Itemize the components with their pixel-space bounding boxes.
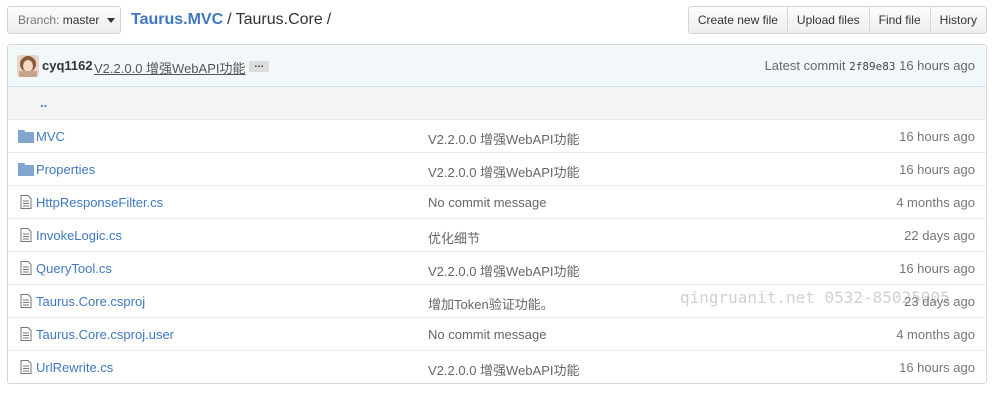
file-commit-message-link[interactable]: V2.2.0.0 增强WebAPI功能 (428, 360, 580, 379)
file-age: 4 months ago (896, 327, 975, 342)
file-icon (18, 228, 34, 242)
file-commit-message-link[interactable]: No commit message (428, 327, 546, 342)
file-navigation: Branch: master Taurus.MVC / Taurus.Core / C… (7, 6, 987, 34)
file-commit-message-link[interactable]: V2.2.0.0 增强WebAPI功能 (428, 162, 580, 181)
file-commit-message-link[interactable]: 优化细节 (428, 228, 480, 247)
file-age: 16 hours ago (899, 360, 975, 375)
file-name-link[interactable]: QueryTool.cs (36, 261, 112, 276)
file-icon (18, 360, 34, 374)
parent-directory-link[interactable]: .. (40, 95, 47, 110)
avatar[interactable] (17, 55, 39, 77)
file-name-link[interactable]: Taurus.Core.csproj (36, 294, 145, 309)
commit-sha-link[interactable]: 2f89e83 (849, 60, 895, 73)
commit-age: 16 hours ago (899, 58, 975, 73)
breadcrumb: Taurus.MVC / Taurus.Core / (131, 9, 335, 31)
latest-commit-label: Latest commit (764, 58, 846, 73)
file-icon (18, 261, 34, 275)
file-age: 4 months ago (896, 195, 975, 210)
file-icon (18, 327, 34, 341)
branch-prefix: Branch: (18, 13, 60, 27)
file-age: 16 hours ago (899, 162, 975, 177)
breadcrumb-current-folder: Taurus.Core (235, 11, 323, 28)
commit-meta: Latest commit 2f89e83 16 hours ago (765, 58, 975, 73)
caret-down-icon (106, 18, 115, 24)
find-file-button[interactable]: Find file (868, 6, 931, 34)
file-name-link[interactable]: UrlRewrite.cs (36, 360, 113, 375)
file-row: Properties V2.2.0.0 增强WebAPI功能 16 hours ag… (8, 153, 986, 186)
file-commit-message-link[interactable]: V2.2.0.0 增强WebAPI功能 (428, 261, 580, 280)
file-age: 16 hours ago (899, 129, 975, 144)
file-table: cyq1162 V2.2.0.0 增强WebAPI功能 … Latest com… (7, 44, 987, 384)
file-age: 22 days ago (904, 228, 975, 243)
file-name-link[interactable]: HttpResponseFilter.cs (36, 195, 163, 210)
file-name-link[interactable]: Properties (36, 162, 95, 177)
folder-icon (18, 129, 34, 143)
file-icon (18, 294, 34, 308)
file-icon (18, 195, 34, 209)
create-new-file-button[interactable]: Create new file (687, 6, 788, 34)
file-row: QueryTool.cs V2.2.0.0 增强WebAPI功能 16 hours … (8, 252, 986, 285)
branch-name: master (62, 13, 100, 27)
breadcrumb-trailing-separator: / (326, 11, 332, 28)
branch-select-button[interactable]: Branch: master (7, 6, 121, 34)
folder-icon (18, 162, 34, 176)
file-row: UrlRewrite.cs V2.2.0.0 增强WebAPI功能 16 hours… (8, 351, 986, 383)
file-commit-message-link[interactable]: No commit message (428, 195, 546, 210)
file-commit-message-link[interactable]: 增加Token验证功能。 (428, 294, 554, 313)
file-name-link[interactable]: Taurus.Core.csproj.user (36, 327, 174, 342)
breadcrumb-repo-link[interactable]: Taurus.MVC (131, 11, 223, 28)
file-name-link[interactable]: InvokeLogic.cs (36, 228, 122, 243)
commit-expand-button[interactable]: … (249, 60, 269, 72)
file-name-link[interactable]: MVC (36, 129, 65, 144)
file-age: 16 hours ago (899, 261, 975, 276)
history-button[interactable]: History (929, 6, 987, 34)
file-row: HttpResponseFilter.cs No commit message 4 … (8, 186, 986, 219)
commit-message-link[interactable]: V2.2.0.0 增强WebAPI功能 (94, 58, 246, 77)
file-age: 23 days ago (904, 294, 975, 309)
file-row: InvokeLogic.cs 优化细节 22 days ago (8, 219, 986, 252)
file-actions-group: Create new file Upload files Find file H… (687, 6, 987, 34)
parent-directory-row: .. (8, 87, 986, 120)
file-row: Taurus.Core.csproj.user No commit message… (8, 318, 986, 351)
file-commit-message-link[interactable]: V2.2.0.0 增强WebAPI功能 (428, 129, 580, 148)
breadcrumb-separator: / (227, 11, 232, 28)
commit-author-link[interactable]: cyq1162 (42, 58, 93, 73)
upload-files-button[interactable]: Upload files (786, 6, 870, 34)
file-row: MVC V2.2.0.0 增强WebAPI功能 16 hours ago (8, 120, 986, 153)
file-row: Taurus.Core.csproj 增加Token验证功能。 23 days ag… (8, 285, 986, 318)
latest-commit-bar: cyq1162 V2.2.0.0 增强WebAPI功能 … Latest com… (8, 45, 986, 87)
